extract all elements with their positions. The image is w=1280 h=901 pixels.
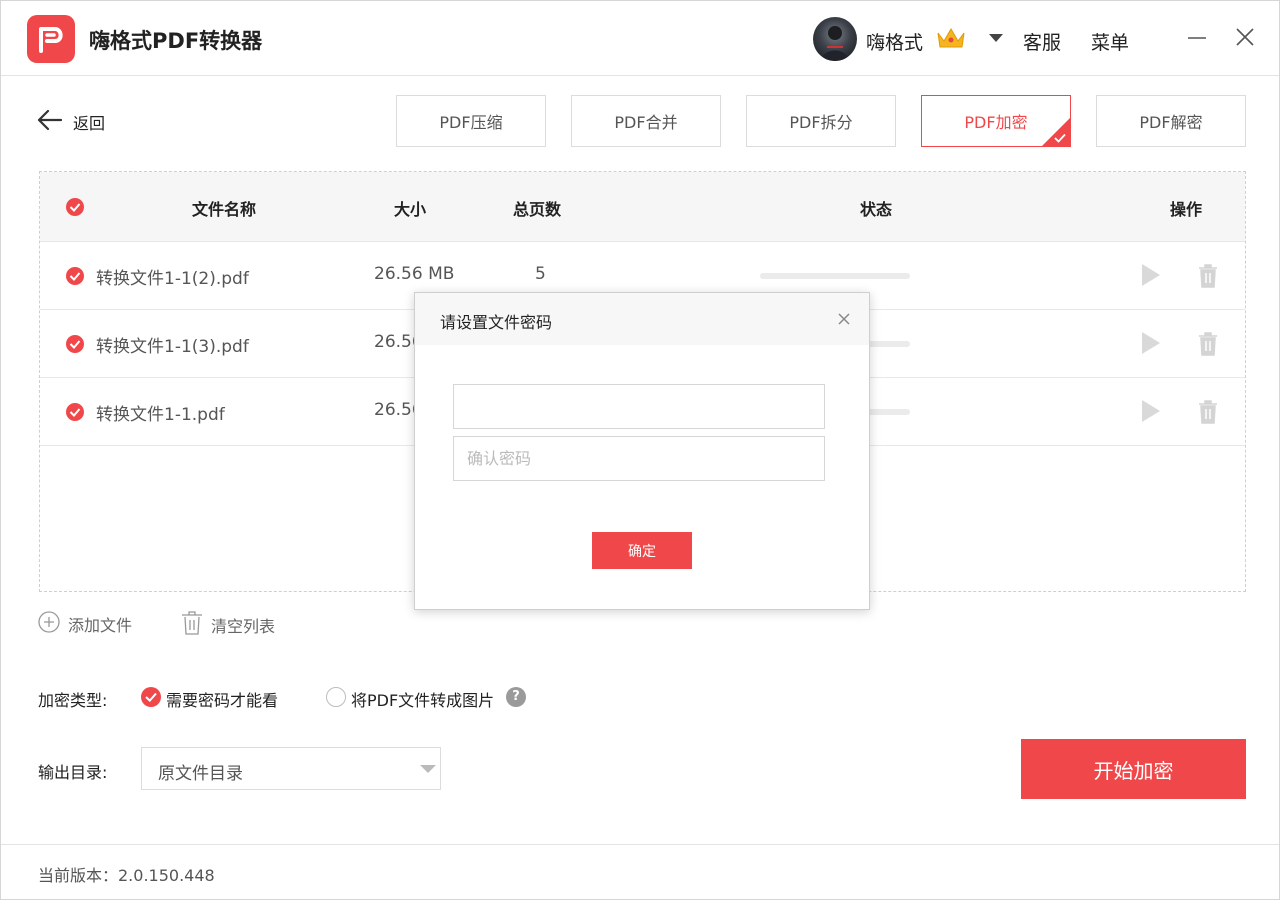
app-window: 嗨格式PDF转换器 嗨格式 客服 菜单 返回 PDF压缩 PDF合并 PDF拆分… xyxy=(0,0,1280,900)
row-checkbox[interactable] xyxy=(66,267,84,285)
table-header: 文件名称 大小 总页数 状态 操作 xyxy=(40,172,1245,242)
chevron-down-icon[interactable] xyxy=(989,34,1003,42)
file-name: 转换文件1-1(3).pdf xyxy=(96,337,249,357)
user-avatar[interactable] xyxy=(813,17,857,61)
chevron-down-icon xyxy=(420,765,436,773)
add-file-label: 添加文件 xyxy=(68,616,133,635)
app-logo xyxy=(27,15,75,63)
status-bar: 当前版本：2.0.150.448 xyxy=(1,844,1279,901)
dialog-title: 请设置文件密码 xyxy=(440,313,553,332)
tab-pdf-decrypt[interactable]: PDF解密 xyxy=(1096,95,1246,147)
trash-icon[interactable] xyxy=(1198,400,1218,428)
file-name: 转换文件1-1(2).pdf xyxy=(96,269,249,289)
output-dir-value: 原文件目录 xyxy=(158,764,243,784)
header-actions: 操作 xyxy=(1170,200,1203,219)
app-title: 嗨格式PDF转换器 xyxy=(89,29,263,53)
password-input[interactable] xyxy=(453,384,825,429)
radio-convert-image[interactable] xyxy=(326,687,346,707)
file-size: 26.56 MB xyxy=(374,264,455,284)
add-file-button[interactable]: 添加文件 xyxy=(38,611,132,637)
close-button[interactable] xyxy=(1231,23,1259,51)
play-icon[interactable] xyxy=(1142,332,1160,354)
header-size: 大小 xyxy=(394,200,427,219)
clear-list-button[interactable]: 清空列表 xyxy=(181,611,275,639)
username[interactable]: 嗨格式 xyxy=(866,28,923,55)
menu-link[interactable]: 菜单 xyxy=(1091,28,1129,55)
play-icon[interactable] xyxy=(1142,264,1160,286)
option-password-label[interactable]: 需要密码才能看 xyxy=(166,687,278,711)
back-button[interactable]: 返回 xyxy=(37,109,105,135)
plus-circle-icon xyxy=(38,611,60,637)
check-icon xyxy=(1054,133,1066,143)
close-icon[interactable] xyxy=(837,311,851,325)
select-all-checkbox[interactable] xyxy=(66,198,84,216)
header-status: 状态 xyxy=(860,200,893,219)
version-text: 当前版本：2.0.150.448 xyxy=(38,866,215,885)
tab-pdf-split[interactable]: PDF拆分 xyxy=(746,95,896,147)
trash-icon xyxy=(181,611,203,639)
customer-service-link[interactable]: 客服 xyxy=(1023,28,1061,55)
row-checkbox[interactable] xyxy=(66,403,84,421)
minimize-button[interactable] xyxy=(1183,23,1211,51)
vip-crown-icon xyxy=(935,25,967,55)
header-file-name: 文件名称 xyxy=(192,200,257,219)
confirm-button[interactable]: 确定 xyxy=(592,532,692,569)
file-name: 转换文件1-1.pdf xyxy=(96,405,225,425)
play-icon[interactable] xyxy=(1142,400,1160,422)
password-dialog: 请设置文件密码 确定 xyxy=(414,292,870,610)
start-encrypt-button[interactable]: 开始加密 xyxy=(1021,739,1246,799)
trash-icon[interactable] xyxy=(1198,332,1218,360)
progress-bar xyxy=(760,273,910,279)
output-dir-label: 输出目录: xyxy=(38,763,108,782)
option-image-label[interactable]: 将PDF文件转成图片 xyxy=(351,687,494,711)
back-arrow-icon xyxy=(37,109,63,135)
header-pages: 总页数 xyxy=(513,200,562,219)
trash-icon[interactable] xyxy=(1198,264,1218,292)
row-checkbox[interactable] xyxy=(66,335,84,353)
radio-password-required[interactable] xyxy=(141,687,161,707)
tab-pdf-encrypt[interactable]: PDF加密 xyxy=(921,95,1071,147)
tab-pdf-encrypt-label: PDF加密 xyxy=(964,113,1028,132)
dialog-header: 请设置文件密码 xyxy=(415,293,869,345)
back-label: 返回 xyxy=(73,114,106,133)
title-bar: 嗨格式PDF转换器 嗨格式 客服 菜单 xyxy=(1,1,1279,76)
confirm-password-input[interactable] xyxy=(453,436,825,481)
tab-pdf-compress[interactable]: PDF压缩 xyxy=(396,95,546,147)
clear-list-label: 清空列表 xyxy=(211,617,276,636)
output-dir-select[interactable]: 原文件目录 xyxy=(141,747,441,790)
help-icon[interactable]: ? xyxy=(506,687,526,707)
tab-pdf-merge[interactable]: PDF合并 xyxy=(571,95,721,147)
encrypt-type-label: 加密类型: xyxy=(38,691,108,710)
file-pages: 5 xyxy=(535,264,546,284)
